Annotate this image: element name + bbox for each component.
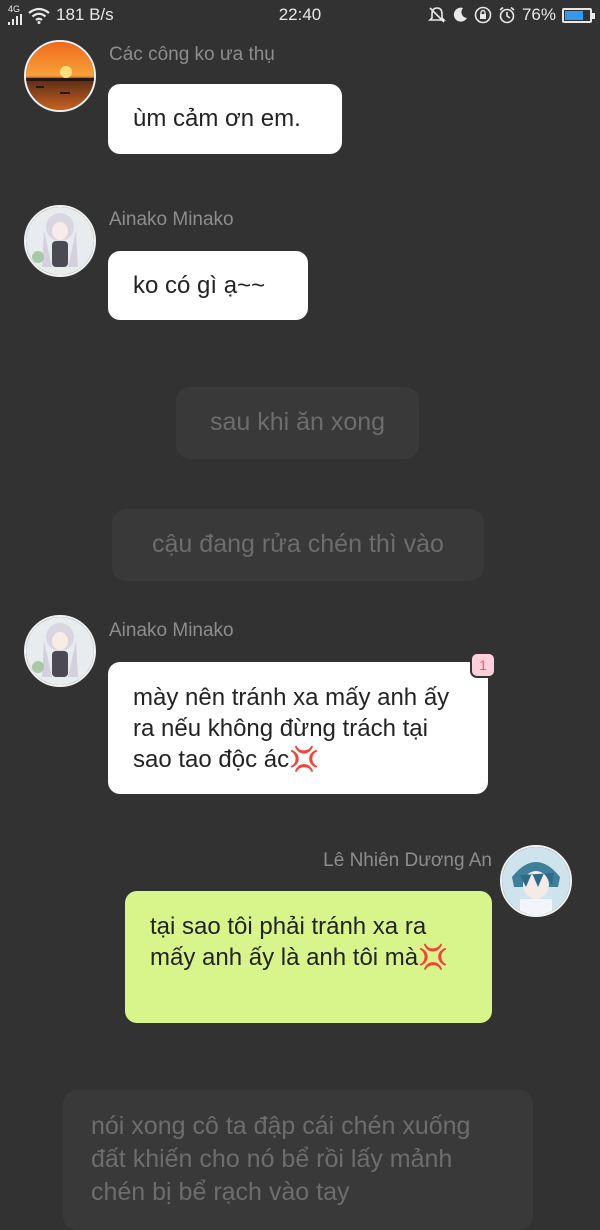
avatar-anime-boy[interactable] (500, 845, 572, 917)
message-bubble[interactable]: mày nên tránh xa mấy anh ấy ra nếu không… (108, 662, 488, 794)
anime-girl-avatar-image (26, 207, 94, 275)
avatar-anime-girl[interactable] (24, 205, 96, 277)
status-right: 76% (428, 5, 595, 25)
anime-girl-avatar-image (26, 617, 94, 685)
alarm-icon (499, 6, 515, 24)
anime-boy-avatar-image (502, 847, 570, 915)
sender-name: Các công ko ưa thụ (109, 44, 275, 65)
battery-icon (562, 7, 595, 23)
battery-level (565, 10, 584, 20)
narration-bubble[interactable]: cậu đang rửa chén thì vào (112, 509, 484, 581)
battery-percent: 76% (521, 5, 556, 24)
message-bubble-self[interactable]: tại sao tôi phải tránh xa ra mấy anh ấy … (125, 891, 492, 1023)
sender-name: Ainako Minako (109, 620, 234, 641)
message-bubble[interactable]: ko có gì ạ~~ (108, 251, 308, 320)
sender-name: Ainako Minako (109, 209, 234, 230)
sender-name: Lê Nhiên Dương An (323, 850, 492, 871)
avatar-sunset[interactable] (24, 40, 96, 112)
message-bubble[interactable]: ùm cảm ơn em. (108, 84, 342, 154)
screen-lock-icon (474, 6, 492, 24)
moon-icon (453, 7, 467, 22)
reaction-count-badge[interactable]: 1 (470, 652, 496, 678)
sunset-avatar-image (26, 42, 94, 110)
mute-bell-icon (428, 7, 446, 23)
status-bar: 4G 181 B/s 22:40 76% (0, 0, 600, 30)
avatar-anime-girl[interactable] (24, 615, 96, 687)
narration-bubble[interactable]: sau khi ăn xong (176, 387, 419, 459)
narration-bubble[interactable]: nói xong cô ta đập cái chén xuống đất kh… (63, 1090, 533, 1230)
